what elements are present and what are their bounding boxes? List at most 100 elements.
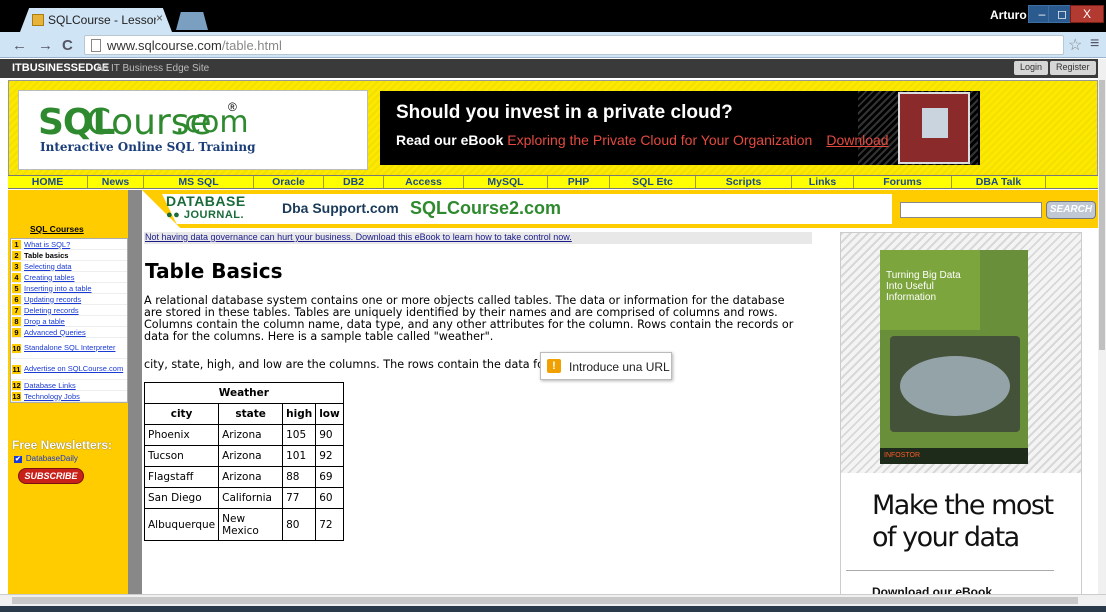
course-link[interactable]: Creating tables bbox=[24, 273, 74, 282]
checkbox-icon[interactable]: ✔ bbox=[14, 456, 22, 463]
window-close-button[interactable]: X bbox=[1070, 5, 1104, 23]
nav-item-dba-talk[interactable]: DBA Talk bbox=[952, 176, 1046, 188]
sidebar-item-course[interactable]: 7 Deleting records bbox=[11, 305, 127, 316]
course-link[interactable]: Database Links bbox=[24, 381, 76, 390]
itbe-logo[interactable]: ITBUSINESSEDGE bbox=[12, 62, 109, 74]
ad-download-link[interactable]: Download bbox=[826, 132, 888, 148]
course-link[interactable]: Drop a table bbox=[24, 317, 65, 326]
course-link[interactable]: Advertise on SQLCourse.com bbox=[24, 365, 123, 373]
back-icon[interactable]: ← bbox=[12, 37, 27, 54]
search-button[interactable]: SEARCH bbox=[1046, 201, 1096, 219]
sidebar-item-course[interactable]: 13 Technology Jobs bbox=[11, 391, 127, 402]
nav-item-mysql[interactable]: MySQL bbox=[464, 176, 548, 188]
course-number: 13 bbox=[12, 391, 21, 401]
promo-link[interactable]: Not having data governance can hurt your… bbox=[144, 232, 812, 244]
ad-highlight: Exploring the Private Cloud for Your Org… bbox=[507, 132, 813, 148]
table-cell: Arizona bbox=[218, 424, 284, 446]
course-link[interactable]: What is SQL? bbox=[24, 240, 70, 249]
login-button[interactable]: Login bbox=[1014, 61, 1049, 75]
table-row: Albuquerque New Mexico 80 72 bbox=[143, 508, 344, 541]
sidebar-item-course[interactable]: 5 Inserting into a table bbox=[11, 283, 127, 294]
reload-icon[interactable]: C bbox=[62, 37, 73, 54]
new-tab-button[interactable] bbox=[176, 12, 208, 30]
table-cell: Phoenix bbox=[143, 424, 220, 446]
course-number: 3 bbox=[12, 261, 21, 271]
nav-item-php[interactable]: PHP bbox=[548, 176, 610, 188]
profile-name[interactable]: Arturo bbox=[990, 8, 1027, 22]
dbj-line2: ●● JOURNAL. bbox=[166, 209, 245, 221]
close-tab-icon[interactable]: × bbox=[156, 11, 163, 25]
course-link[interactable]: Updating records bbox=[24, 295, 81, 304]
os-taskbar bbox=[0, 606, 1106, 612]
url-tooltip: ! Introduce una URL bbox=[540, 352, 672, 380]
sqlcourse2-logo[interactable]: SQLCourse2.com bbox=[410, 198, 561, 219]
course-list: 1 What is SQL? 2 Table basics 3 Selecting dat… bbox=[10, 238, 128, 403]
course-link[interactable]: Table basics bbox=[24, 251, 68, 260]
ad-lead: Read our eBook bbox=[396, 132, 508, 148]
nav-item-links[interactable]: Links bbox=[792, 176, 854, 188]
tab-title[interactable]: SQLCourse - Lesson 2: Tab bbox=[48, 13, 156, 27]
course-link[interactable]: Technology Jobs bbox=[24, 392, 80, 401]
banner-ad-subtitle[interactable]: Read our eBook Exploring the Private Clo… bbox=[396, 132, 889, 148]
register-button[interactable]: Register bbox=[1050, 61, 1096, 75]
nav-item-ms-sql[interactable]: MS SQL bbox=[144, 176, 254, 188]
course-number: 8 bbox=[12, 316, 21, 326]
banner-ad-title[interactable]: Should you invest in a private cloud? bbox=[396, 102, 733, 124]
table-cell: Arizona bbox=[218, 466, 284, 488]
subscribe-button[interactable]: SUBSCRIBE bbox=[18, 468, 84, 484]
sidebar-item-course[interactable]: 12 Database Links bbox=[11, 380, 127, 391]
table-caption: Weather bbox=[144, 382, 344, 404]
vertical-scroll-thumb[interactable] bbox=[1099, 80, 1105, 350]
horizontal-scroll-thumb[interactable] bbox=[12, 597, 1078, 604]
nav-item-oracle[interactable]: Oracle bbox=[254, 176, 324, 188]
sidebar-item-course[interactable]: 2 Table basics bbox=[11, 250, 127, 261]
course-number: 11 bbox=[12, 364, 21, 374]
table-cell: 92 bbox=[315, 445, 344, 467]
table-row: Tucson Arizona 101 92 bbox=[143, 445, 344, 467]
nav-item-news[interactable]: News bbox=[88, 176, 144, 188]
course-link[interactable]: Advanced Queries bbox=[24, 328, 86, 337]
nav-item-home[interactable]: HOME bbox=[8, 176, 88, 188]
table-cell: 88 bbox=[282, 466, 317, 488]
dbasupport-logo[interactable]: Dba Support.com bbox=[282, 200, 399, 216]
table-row: Phoenix Arizona 105 90 bbox=[143, 424, 344, 446]
sidebar-item-course[interactable]: 8 Drop a table bbox=[11, 316, 127, 327]
table-row: San Diego California 77 60 bbox=[143, 487, 344, 509]
url-host: www.sqlcourse.com bbox=[107, 38, 222, 53]
course-link[interactable]: Deleting records bbox=[24, 306, 79, 315]
bookmark-star-icon[interactable]: ☆ bbox=[1068, 35, 1082, 55]
sidebar-item-course[interactable]: 4 Creating tables bbox=[11, 272, 127, 283]
column-header: low bbox=[315, 403, 344, 425]
sidebar-item-course[interactable]: 6 Updating records bbox=[11, 294, 127, 305]
table-cell: Flagstaff bbox=[143, 466, 220, 488]
weather-table: Weather city state high low Phoenix Arizona 10… bbox=[143, 382, 344, 541]
site-tagline: Interactive Online SQL Training bbox=[40, 140, 256, 154]
course-link[interactable]: Inserting into a table bbox=[24, 284, 92, 293]
course-link[interactable]: Standalone SQL Interpreter bbox=[24, 344, 115, 352]
table-cell: 60 bbox=[315, 487, 344, 509]
database-journal-logo[interactable]: DATABASE ●● JOURNAL. bbox=[166, 194, 246, 221]
nav-item-db2[interactable]: DB2 bbox=[324, 176, 384, 188]
sidebar-item-course[interactable]: 3 Selecting data bbox=[11, 261, 127, 272]
table-cell: Albuquerque bbox=[143, 508, 220, 541]
table-cell: 90 bbox=[315, 424, 344, 446]
ebook-cover-image bbox=[898, 92, 970, 164]
nav-item-forums[interactable]: Forums bbox=[854, 176, 952, 188]
url-input[interactable]: www.sqlcourse.com/table.html bbox=[84, 35, 1064, 55]
column-header: state bbox=[218, 403, 284, 425]
sidebar-item-course[interactable]: 1 What is SQL? bbox=[11, 239, 127, 250]
sidebar-item-course[interactable]: 11 Advertise on SQLCourse.com bbox=[11, 359, 127, 380]
search-input[interactable] bbox=[900, 202, 1042, 218]
nav-item-sql-etc[interactable]: SQL Etc bbox=[610, 176, 696, 188]
newsletter-item[interactable]: ✔ DatabaseDaily bbox=[14, 454, 78, 463]
nav-item-access[interactable]: Access bbox=[384, 176, 464, 188]
sidebar-item-course[interactable]: 10 Standalone SQL Interpreter bbox=[11, 338, 127, 359]
browser-menu-icon[interactable]: ≡ bbox=[1090, 35, 1099, 53]
course-link[interactable]: Selecting data bbox=[24, 262, 72, 271]
table-cell: California bbox=[218, 487, 284, 509]
forward-icon[interactable]: → bbox=[38, 37, 53, 54]
sidebar-item-course[interactable]: 9 Advanced Queries bbox=[11, 327, 127, 338]
gears-graphic-icon bbox=[890, 336, 1020, 432]
right-ad-divider bbox=[846, 570, 1054, 571]
nav-item-scripts[interactable]: Scripts bbox=[696, 176, 792, 188]
